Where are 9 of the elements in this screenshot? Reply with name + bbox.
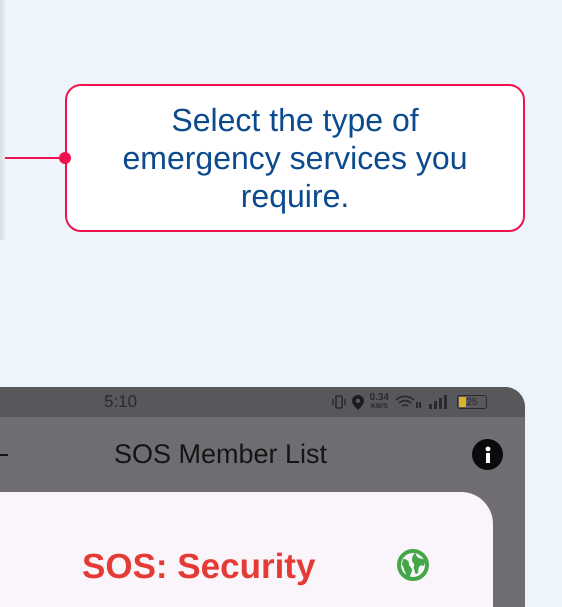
- dialog-title: SOS: Security: [82, 547, 316, 587]
- signal-icon: [427, 395, 447, 409]
- globe-icon[interactable]: [397, 549, 430, 581]
- callout-text: Select the type of emergency services you require.: [121, 101, 469, 215]
- screen-title: SOS Member List: [114, 439, 328, 470]
- info-icon[interactable]: [472, 439, 503, 470]
- location-pin-icon: [352, 394, 364, 410]
- vibrate-icon: [332, 395, 346, 409]
- wifi-icon: [395, 395, 421, 409]
